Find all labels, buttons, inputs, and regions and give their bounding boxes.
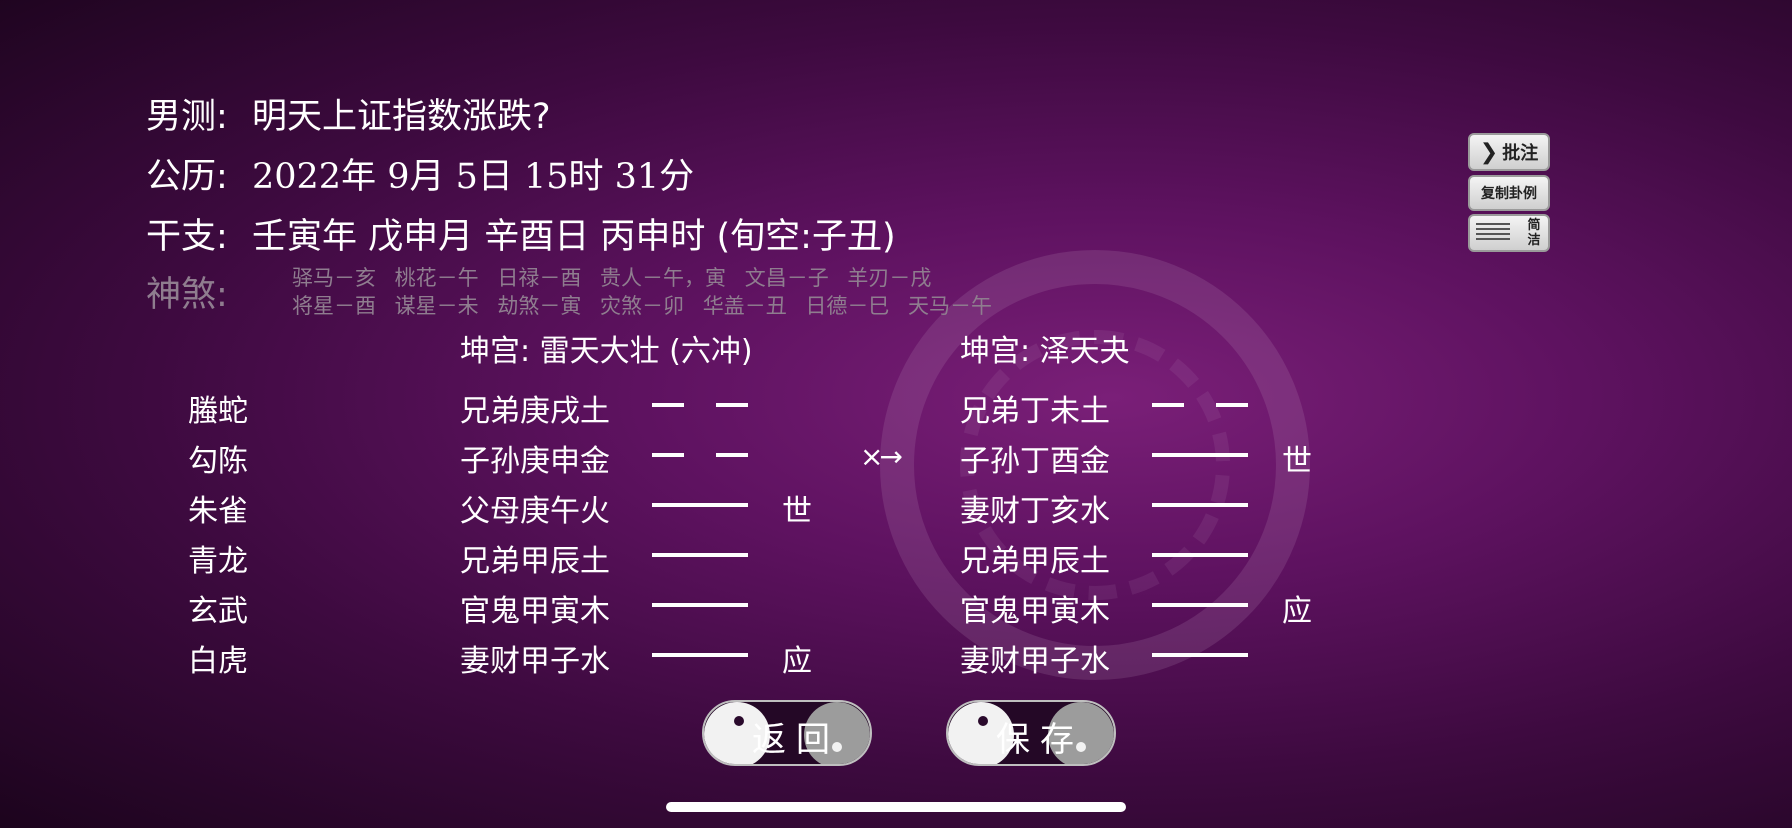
ganzhi-label: 干支: — [146, 217, 228, 257]
ben-shi-mark: 世 — [782, 494, 812, 529]
ben-yao-6-text: 妻财甲子水 — [460, 644, 610, 679]
liushen-6: 白虎 — [188, 644, 248, 679]
bian-ying-mark: 应 — [1282, 594, 1312, 629]
liushen-5: 玄武 — [188, 594, 248, 629]
question-row: 男测: 明天上证指数涨跌? — [146, 88, 551, 139]
ben-yao-3-text: 父母庚午火 — [460, 494, 610, 529]
shensha-label: 神煞: — [146, 275, 228, 315]
bian-shi-mark: 世 — [1282, 444, 1312, 479]
bian-yao-2-yang — [1152, 453, 1248, 457]
ben-yao-2-yin-right — [716, 453, 748, 457]
question-text: 明天上证指数涨跌? — [252, 97, 551, 137]
date-row: 公历: 2022年 9月 5日 15时 31分 — [146, 148, 694, 199]
liushen-1: 螣蛇 — [188, 394, 248, 429]
save-label: 保存 — [996, 720, 1084, 760]
annotate-label: 批注 — [1502, 143, 1539, 164]
simple-view-toggle[interactable]: 简洁 — [1468, 214, 1550, 252]
bian-yao-5-yang — [1152, 603, 1248, 607]
ben-yao-6-yang — [652, 653, 748, 657]
back-label: 返回 — [752, 720, 840, 760]
ben-yao-1-yin-left — [652, 403, 684, 407]
bian-yao-4-text: 兄弟甲辰土 — [960, 544, 1110, 579]
date-text: 2022年 9月 5日 15时 31分 — [252, 157, 695, 197]
ben-yao-4-text: 兄弟甲辰土 — [460, 544, 610, 579]
copy-example-button[interactable]: 复制卦例 — [1468, 175, 1550, 211]
bian-yao-1-text: 兄弟丁未土 — [960, 394, 1110, 429]
shensha-line-2: 将星－酉 谋星－未 劫煞－寅 灾煞－卯 华盖－丑 日德－巳 天马－午 — [292, 294, 993, 318]
bian-yao-1-yin-left — [1152, 403, 1184, 407]
bian-gua-title: 坤宫: 泽天夬 — [960, 334, 1130, 369]
bian-yao-4-yang — [1152, 553, 1248, 557]
liushen-3: 朱雀 — [188, 494, 248, 529]
home-indicator[interactable] — [666, 802, 1126, 812]
ben-yao-1-text: 兄弟庚戌土 — [460, 394, 610, 429]
ben-yao-4-yang — [652, 553, 748, 557]
change-marker: ×→ — [860, 440, 903, 473]
back-button[interactable]: 返回 — [702, 700, 872, 766]
simple-view-label: 简洁 — [1527, 218, 1541, 248]
shensha-line-1: 驿马－亥 桃花－午 日禄－酉 贵人－午，寅 文昌－子 羊刃－戌 — [292, 266, 932, 290]
question-label: 男测: — [146, 97, 228, 137]
bian-yao-6-text: 妻财甲子水 — [960, 644, 1110, 679]
bian-yao-3-text: 妻财丁亥水 — [960, 494, 1110, 529]
chevron-right-icon: ❯ — [1479, 139, 1499, 165]
bian-yao-1-yin-right — [1216, 403, 1248, 407]
ben-yao-1-yin-right — [716, 403, 748, 407]
ganzhi-row: 干支: 壬寅年 戊申月 辛酉日 丙申时 (旬空:子丑) — [146, 208, 896, 259]
ben-yao-5-text: 官鬼甲寅木 — [460, 594, 610, 629]
ben-yao-3-yang — [652, 503, 748, 507]
ben-yao-5-yang — [652, 603, 748, 607]
ben-ying-mark: 应 — [782, 644, 812, 679]
liushen-2: 勾陈 — [188, 444, 248, 479]
bian-yao-2-text: 子孙丁酉金 — [960, 444, 1110, 479]
ben-yao-2-yin-left — [652, 453, 684, 457]
liushen-4: 青龙 — [188, 544, 248, 579]
ben-gua-title: 坤宫: 雷天大壮 (六冲) — [460, 334, 753, 369]
ganzhi-text: 壬寅年 戊申月 辛酉日 丙申时 (旬空:子丑) — [252, 217, 896, 257]
save-button[interactable]: 保存 — [946, 700, 1116, 766]
bian-yao-5-text: 官鬼甲寅木 — [960, 594, 1110, 629]
date-label: 公历: — [146, 157, 228, 197]
ben-yao-2-text: 子孙庚申金 — [460, 444, 610, 479]
bian-yao-6-yang — [1152, 653, 1248, 657]
bian-yao-3-yang — [1152, 503, 1248, 507]
list-lines-icon — [1476, 223, 1510, 243]
annotate-button[interactable]: ❯ 批注 — [1468, 133, 1550, 171]
